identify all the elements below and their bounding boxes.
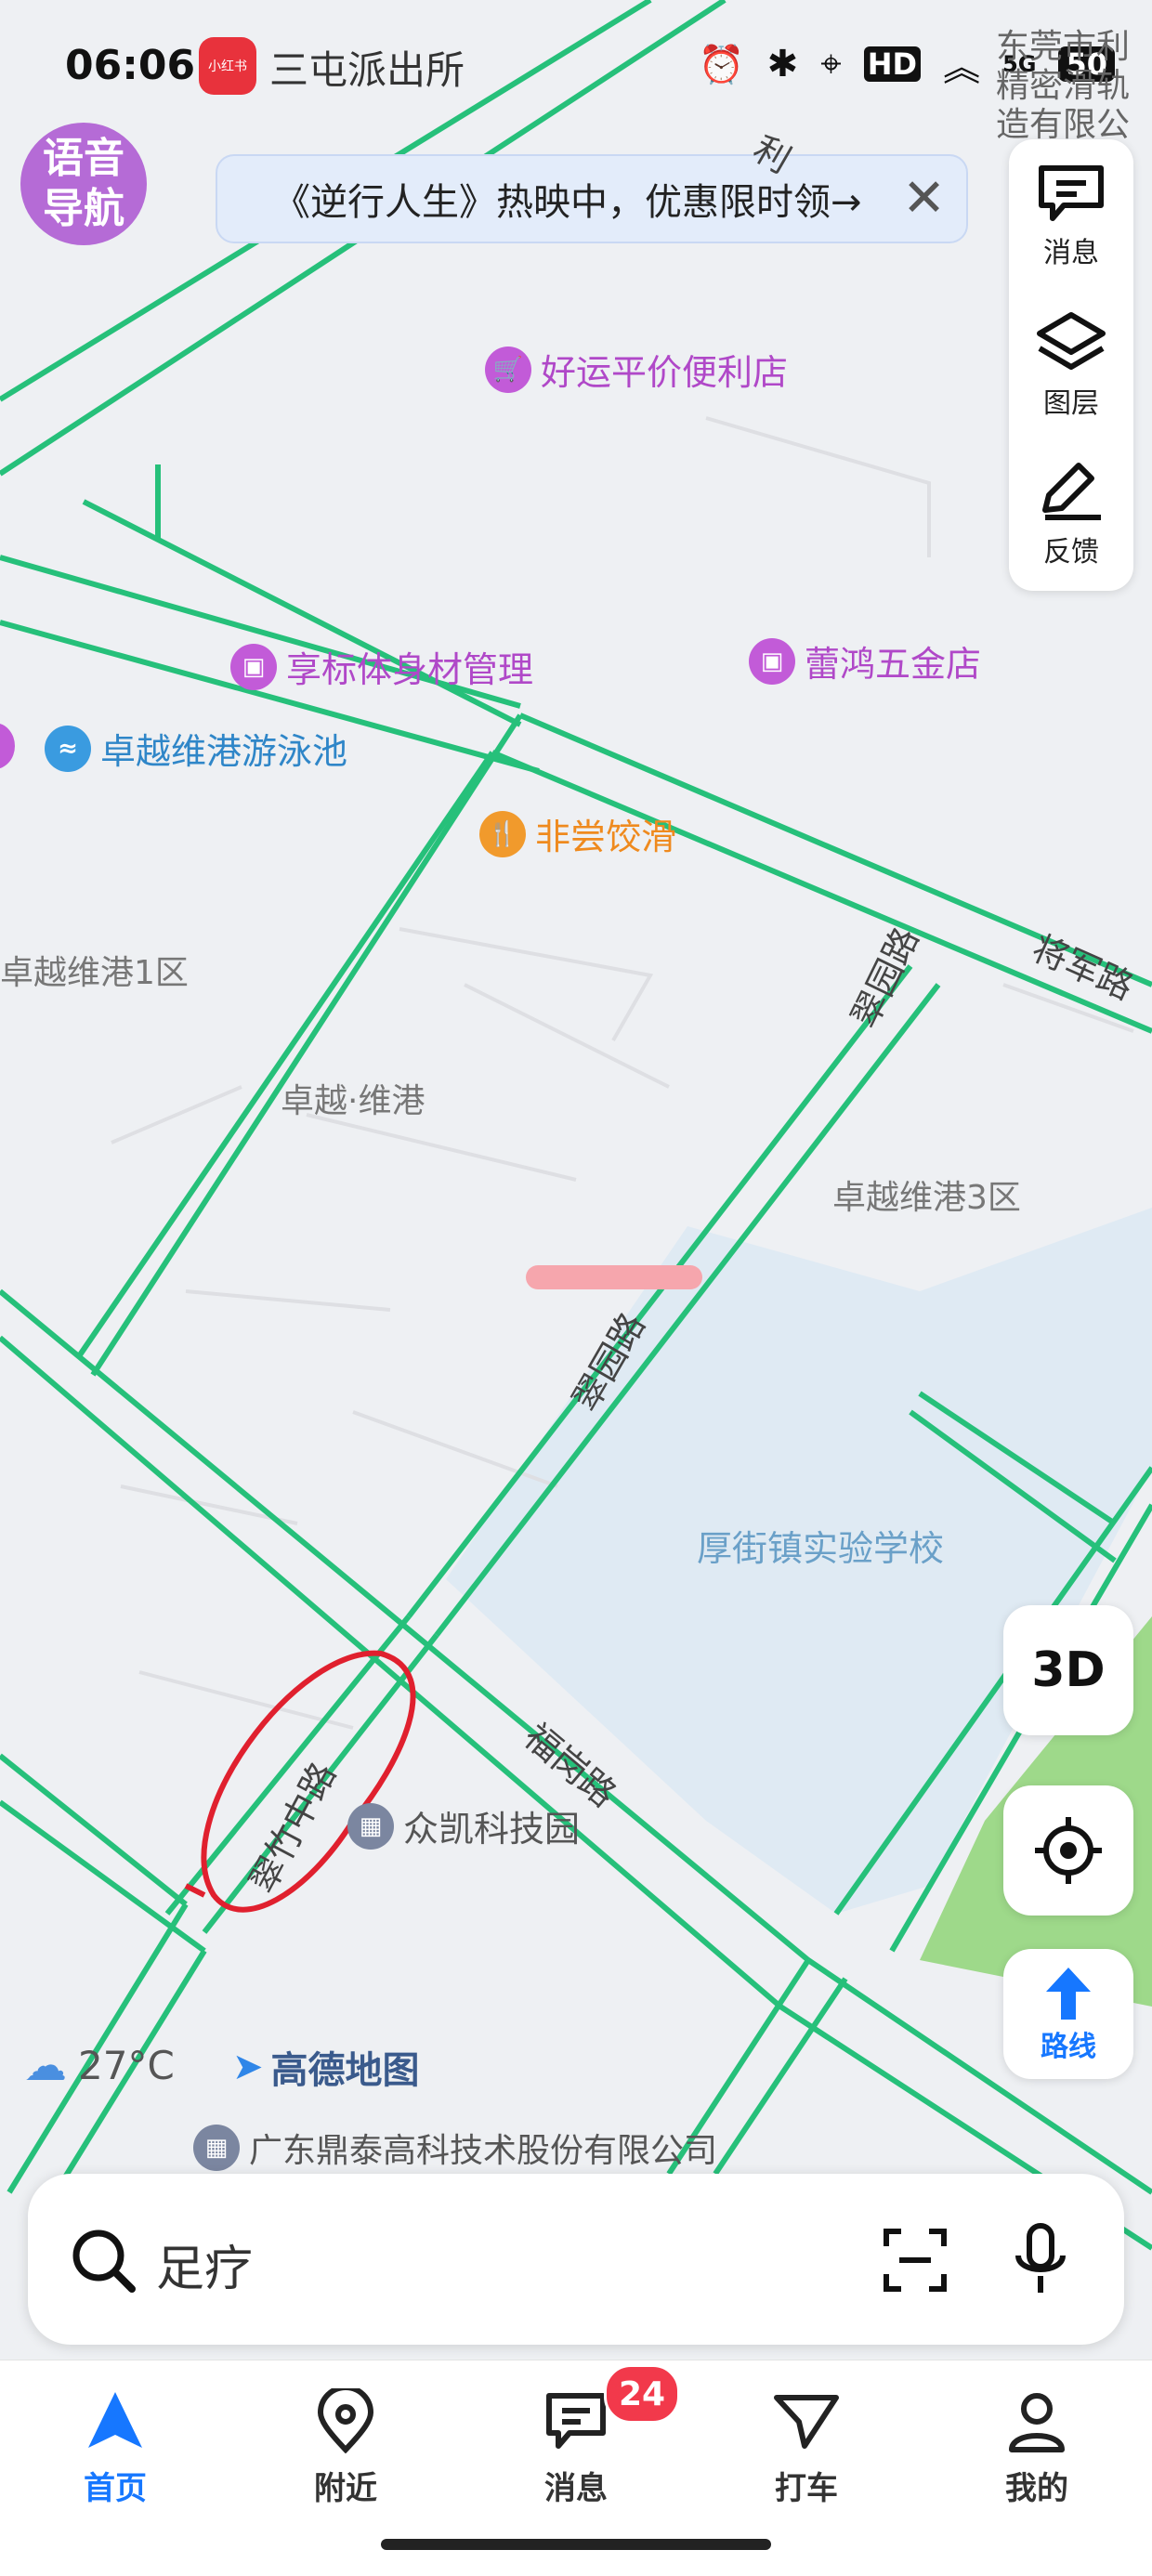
message-count-badge: 24	[604, 2364, 680, 2424]
tab-nearby-label: 附近	[314, 2470, 377, 2507]
gaode-logo-icon: ➤	[232, 2046, 264, 2088]
feedback-tool-label: 反馈	[1043, 536, 1099, 569]
message-tool-button[interactable]: 消息	[1009, 147, 1133, 286]
poi-convenience-store[interactable]: 🛒 好运平价便利店	[485, 344, 788, 395]
shop-icon: ▣	[749, 637, 795, 685]
poi-top-right-company[interactable]: 东莞市利精密滑轨造有限公	[996, 28, 1152, 149]
layers-tool-button[interactable]: 图层	[1009, 295, 1133, 435]
poi-company-label: 广东鼎泰高科技术股份有限公司	[249, 2132, 718, 2170]
voice-nav-line1: 语音	[43, 135, 124, 182]
poi-tech-park[interactable]: ▦ 众凯科技园	[347, 1800, 580, 1851]
feedback-pencil-icon	[1042, 463, 1101, 520]
home-indicator[interactable]	[381, 2539, 771, 2550]
xiaohongshu-app-icon: 小红书	[199, 37, 256, 95]
tab-profile-label: 我的	[1005, 2470, 1068, 2507]
poi-convenience-store-label: 好运平价便利店	[541, 352, 789, 393]
feedback-tool-button[interactable]: 反馈	[1009, 444, 1133, 583]
hd-icon: HD	[863, 46, 922, 82]
shopping-cart-icon: 🛒	[485, 346, 531, 393]
scan-icon[interactable]	[883, 2228, 948, 2293]
building-icon: ▦	[347, 1802, 394, 1850]
alarm-icon: ⏰	[698, 43, 745, 86]
location-icon: ⌖	[820, 43, 842, 85]
poi-dumpling-label: 非尝饺滑	[535, 817, 677, 857]
poi-tech-park-label: 众凯科技园	[403, 1809, 581, 1850]
poi-hardware[interactable]: ▣ 蕾鸿五金店	[749, 635, 981, 686]
poi-dumpling[interactable]: 🍴 非尝饺滑	[479, 808, 676, 859]
locate-button[interactable]	[1003, 1785, 1133, 1916]
messages-icon	[546, 2393, 606, 2449]
notification-text: 三屯派出所	[269, 47, 465, 93]
shop-icon: ▣	[230, 643, 277, 690]
poi-hardware-label: 蕾鸿五金店	[805, 644, 982, 685]
message-icon	[1039, 165, 1104, 221]
wifi-icon: ︽	[943, 46, 981, 89]
message-tool-label: 消息	[1043, 237, 1099, 269]
poi-company[interactable]: ▦ 广东鼎泰高科技术股份有限公司	[193, 2124, 717, 2172]
voice-navigation-button[interactable]: 语音 导航	[20, 123, 147, 245]
nearby-pin-icon	[317, 2388, 374, 2453]
microphone-icon[interactable]	[1013, 2222, 1068, 2296]
restaurant-icon: 🍴	[479, 810, 526, 857]
locate-crosshair-icon	[1035, 1817, 1102, 1884]
search-input[interactable]: 足疗	[156, 2229, 253, 2299]
map-toolbar: 消息 图层 反馈	[1009, 139, 1133, 591]
poi-fitness[interactable]: ▣ 享标体身材管理	[230, 641, 533, 692]
search-icon	[72, 2229, 136, 2293]
map-marker-pill[interactable]	[526, 1265, 702, 1289]
search-bar[interactable]: 足疗	[28, 2174, 1124, 2345]
close-icon[interactable]: ✕	[902, 171, 946, 227]
taxi-icon	[774, 2395, 839, 2449]
layers-tool-label: 图层	[1043, 387, 1099, 420]
tab-profile[interactable]: 我的	[962, 2388, 1111, 2508]
tab-home-label: 首页	[84, 2470, 147, 2507]
status-time: 06:06	[65, 42, 196, 89]
tab-taxi[interactable]: 打车	[732, 2388, 881, 2508]
poi-fitness-label: 享标体身材管理	[286, 649, 534, 690]
route-label: 路线	[1041, 2031, 1096, 2063]
bluetooth-icon: ✱	[766, 43, 799, 85]
gaode-brand: ➤ 高德地图	[232, 2040, 420, 2094]
status-bar: 06:06 小红书 三屯派出所 ⏰ ✱ ⌖ HD ︽ 5G 50	[0, 0, 1152, 130]
swimming-icon: ≈	[45, 725, 91, 772]
cloud-icon: ☁	[24, 2040, 67, 2090]
weather-widget[interactable]: ☁ 27°C	[24, 2040, 175, 2090]
tab-nearby[interactable]: 附近	[271, 2388, 420, 2508]
area-zone3-label: 卓越维港3区	[832, 1179, 1021, 1217]
gaode-brand-label: 高德地图	[270, 2049, 420, 2092]
weather-temp: 27°C	[78, 2042, 175, 2088]
area-zone1-label: 卓越维港1区	[0, 954, 189, 992]
3d-button[interactable]: 3D	[1003, 1605, 1133, 1735]
school-label: 厚街镇实验学校	[697, 1528, 945, 1569]
home-navigation-icon	[88, 2392, 142, 2448]
route-arrow-icon	[1046, 1968, 1091, 2020]
promo-banner[interactable]: 《逆行人生》热映中，优惠限时领→ ✕	[216, 154, 968, 243]
area-zhuoyue-label: 卓越·维港	[281, 1082, 425, 1120]
voice-nav-line2: 导航	[43, 185, 124, 232]
building-icon: ▦	[193, 2125, 240, 2171]
poi-swimming-label: 卓越维港游泳池	[100, 731, 348, 772]
profile-icon	[1009, 2393, 1065, 2452]
poi-swimming-pool[interactable]: ≈ 卓越维港游泳池	[45, 723, 347, 774]
route-button[interactable]: 路线	[1003, 1949, 1133, 2079]
3d-label: 3D	[1031, 1642, 1106, 1698]
tab-home[interactable]: 首页	[41, 2388, 190, 2508]
tab-messages-label: 消息	[544, 2470, 608, 2507]
layers-icon	[1037, 312, 1106, 370]
tab-taxi-label: 打车	[775, 2470, 838, 2507]
